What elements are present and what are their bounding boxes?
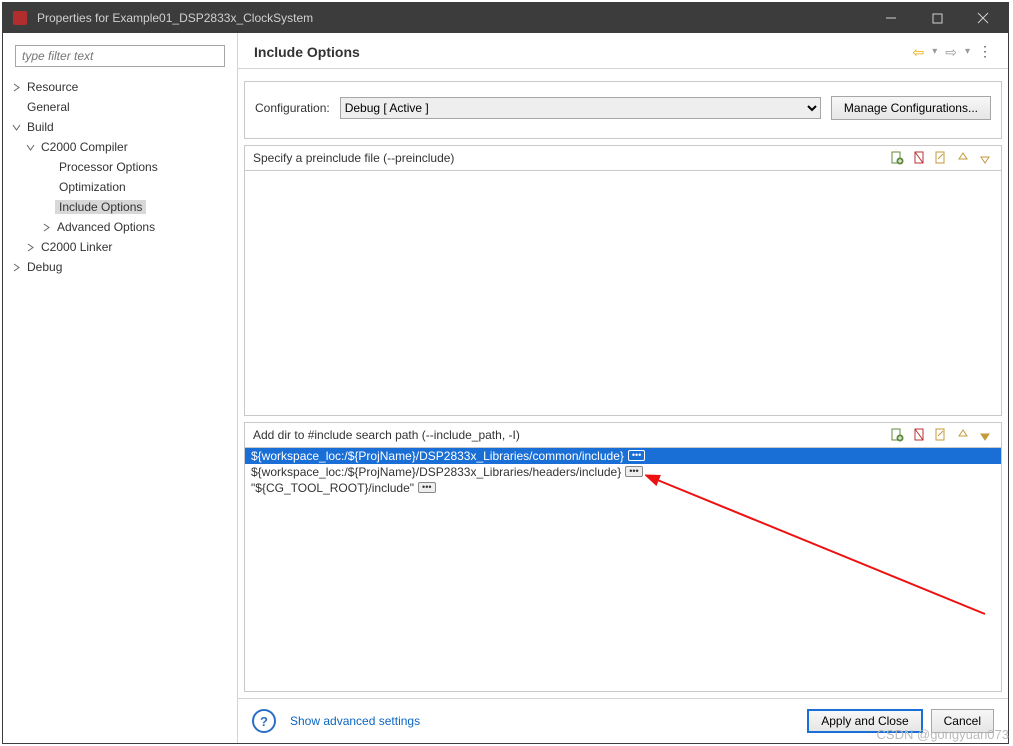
help-icon[interactable]: ? xyxy=(252,709,276,733)
navigation-tree[interactable]: Resource General Build C2000 Compiler Pr… xyxy=(3,73,237,743)
preinclude-list[interactable] xyxy=(245,170,1001,415)
navigation-tree-pane: Resource General Build C2000 Compiler Pr… xyxy=(3,33,238,743)
chevron-right-icon xyxy=(9,260,23,274)
close-button[interactable] xyxy=(960,3,1006,33)
watermark: CSDN @gongyuan073 xyxy=(877,727,1009,742)
delete-icon[interactable] xyxy=(911,150,927,166)
nav-back-dropdown-icon[interactable]: ▾ xyxy=(932,47,937,57)
add-file-icon[interactable] xyxy=(889,150,905,166)
nav-forward-dropdown-icon[interactable]: ▾ xyxy=(965,47,970,57)
preinclude-panel: Specify a preinclude file (--preinclude) xyxy=(244,145,1002,416)
tree-item-build[interactable]: Build xyxy=(3,117,237,137)
delete-icon[interactable] xyxy=(911,427,927,443)
tree-item-c2000-compiler[interactable]: C2000 Compiler xyxy=(3,137,237,157)
tree-item-c2000-linker[interactable]: C2000 Linker xyxy=(3,237,237,257)
chevron-right-icon xyxy=(39,220,53,234)
tree-item-processor-options[interactable]: Processor Options xyxy=(3,157,237,177)
tree-item-advanced-options[interactable]: Advanced Options xyxy=(3,217,237,237)
configuration-label: Configuration: xyxy=(255,101,330,115)
browse-icon[interactable]: ••• xyxy=(628,450,645,461)
chevron-down-icon xyxy=(9,120,23,134)
edit-icon[interactable] xyxy=(933,150,949,166)
filter-input[interactable] xyxy=(15,45,225,67)
nav-back-icon[interactable]: ⇦ xyxy=(912,45,924,59)
move-down-icon[interactable] xyxy=(977,427,993,443)
maximize-button[interactable] xyxy=(914,3,960,33)
titlebar: Properties for Example01_DSP2833x_ClockS… xyxy=(3,3,1008,33)
show-advanced-link[interactable]: Show advanced settings xyxy=(290,714,420,728)
tree-item-debug[interactable]: Debug xyxy=(3,257,237,277)
chevron-down-icon xyxy=(23,140,37,154)
chevron-right-icon xyxy=(9,80,23,94)
chevron-right-icon xyxy=(23,240,37,254)
manage-configurations-button[interactable]: Manage Configurations... xyxy=(831,96,991,120)
list-item[interactable]: ${workspace_loc:/${ProjName}/DSP2833x_Li… xyxy=(245,464,1001,480)
move-up-icon[interactable] xyxy=(955,427,971,443)
nav-forward-icon[interactable]: ⇨ xyxy=(945,45,957,59)
page-header: Include Options ⇦ ▾ ⇨ ▾ ⋮ xyxy=(238,33,1008,69)
preinclude-title: Specify a preinclude file (--preinclude) xyxy=(253,151,454,165)
minimize-button[interactable] xyxy=(868,3,914,33)
list-item[interactable]: ${workspace_loc:/${ProjName}/DSP2833x_Li… xyxy=(245,448,1001,464)
tree-item-optimization[interactable]: Optimization xyxy=(3,177,237,197)
list-item[interactable]: "${CG_TOOL_ROOT}/include" ••• xyxy=(245,480,1001,496)
page-title: Include Options xyxy=(254,44,360,60)
include-path-panel: Add dir to #include search path (--inclu… xyxy=(244,422,1002,693)
configuration-group: Configuration: Debug [ Active ] Manage C… xyxy=(244,81,1002,139)
include-path-title: Add dir to #include search path (--inclu… xyxy=(253,428,520,442)
app-icon xyxy=(13,11,27,25)
window-title: Properties for Example01_DSP2833x_ClockS… xyxy=(37,11,313,25)
move-up-icon[interactable] xyxy=(955,150,971,166)
configuration-select[interactable]: Debug [ Active ] xyxy=(340,97,821,119)
annotation-arrow xyxy=(645,474,1001,634)
edit-icon[interactable] xyxy=(933,427,949,443)
tree-item-resource[interactable]: Resource xyxy=(3,77,237,97)
tree-item-include-options[interactable]: Include Options xyxy=(3,197,237,217)
browse-icon[interactable]: ••• xyxy=(418,482,435,493)
browse-icon[interactable]: ••• xyxy=(625,466,642,477)
include-path-list[interactable]: ${workspace_loc:/${ProjName}/DSP2833x_Li… xyxy=(245,447,1001,692)
add-file-icon[interactable] xyxy=(889,427,905,443)
move-down-icon[interactable] xyxy=(977,150,993,166)
menu-icon[interactable]: ⋮ xyxy=(978,43,992,60)
tree-item-general[interactable]: General xyxy=(3,97,237,117)
